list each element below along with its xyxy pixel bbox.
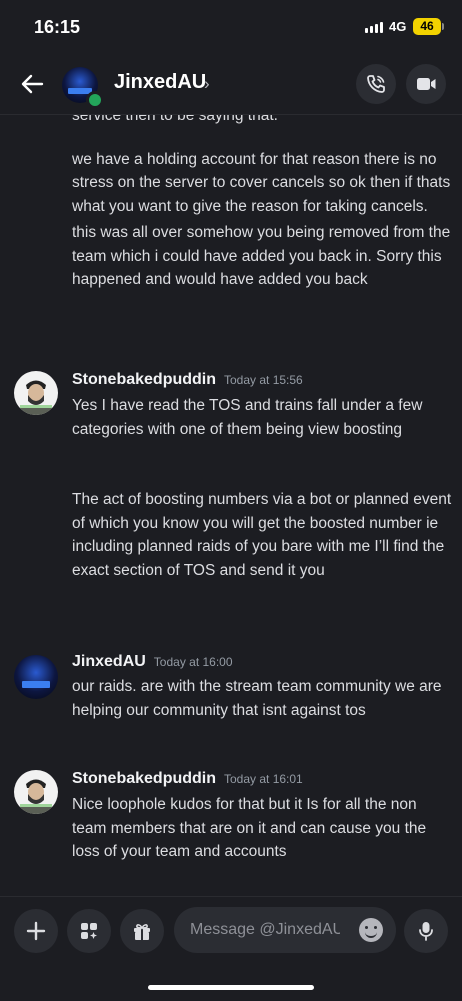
apps-button[interactable] — [67, 909, 111, 953]
message-line: Yes I have read the TOS and trains fall … — [72, 397, 423, 438]
message-author[interactable]: Stonebakedpuddin Today at 16:01 — [72, 770, 303, 788]
status-bar: 16:15 4G 46 — [0, 0, 462, 56]
network-label: 4G — [389, 19, 407, 34]
add-button[interactable] — [14, 909, 58, 953]
message-timestamp: Today at 16:01 — [224, 772, 303, 786]
online-status-icon — [86, 91, 104, 109]
plus-icon — [26, 921, 46, 941]
video-button[interactable] — [406, 64, 446, 104]
chat-header: JinxedAU › — [0, 56, 462, 115]
message-timestamp: Today at 15:56 — [224, 373, 303, 387]
gift-button[interactable] — [120, 909, 164, 953]
author-name[interactable]: JinxedAU — [72, 653, 146, 670]
call-button[interactable] — [356, 64, 396, 104]
signal-icon — [365, 22, 383, 33]
avatar[interactable] — [14, 770, 58, 814]
message-line: this was all over somehow you being remo… — [72, 224, 451, 288]
home-indicator[interactable] — [148, 985, 314, 990]
author-name[interactable]: Stonebakedpuddin — [72, 371, 216, 388]
message-body: service then to be saying that. we have … — [72, 114, 452, 292]
chevron-right-icon[interactable]: › — [204, 74, 210, 94]
message-author[interactable]: Stonebakedpuddin Today at 15:56 — [72, 371, 303, 389]
gift-icon — [134, 924, 150, 940]
message-timestamp: Today at 16:00 — [153, 655, 233, 669]
message-body: Nice loophole kudos for that but it Is f… — [72, 793, 452, 864]
battery-icon: 46 — [413, 18, 444, 35]
message-line: our raids. are with the stream team comm… — [72, 678, 442, 719]
smile-icon[interactable] — [359, 918, 383, 942]
apps-icon — [81, 923, 97, 939]
message-line: we have a holding account for that reaso… — [72, 150, 451, 215]
message-body: Yes I have read the TOS and trains fall … — [72, 394, 452, 582]
message-input-container[interactable] — [174, 907, 396, 953]
video-camera-icon — [417, 78, 436, 90]
message-author[interactable]: JinxedAU Today at 16:00 — [72, 653, 233, 671]
message-line: The act of boosting numbers via a bot or… — [72, 491, 452, 579]
message-body: our raids. are with the stream team comm… — [72, 675, 452, 722]
voice-message-button[interactable] — [404, 909, 448, 953]
message-list[interactable]: service then to be saying that. we have … — [0, 114, 462, 896]
author-name[interactable]: Stonebakedpuddin — [72, 770, 216, 787]
avatar[interactable] — [14, 371, 58, 415]
avatar[interactable] — [14, 655, 58, 699]
message-composer — [0, 896, 462, 1001]
microphone-icon — [419, 922, 433, 941]
arrow-left-icon[interactable] — [18, 70, 46, 98]
phone-icon — [367, 75, 385, 93]
message-input[interactable] — [190, 907, 340, 953]
status-time: 16:15 — [34, 17, 81, 37]
page-title[interactable]: JinxedAU — [114, 71, 206, 94]
message-line: service then to be saying that. — [72, 114, 278, 124]
message-line: Nice loophole kudos for that but it Is f… — [72, 796, 427, 860]
